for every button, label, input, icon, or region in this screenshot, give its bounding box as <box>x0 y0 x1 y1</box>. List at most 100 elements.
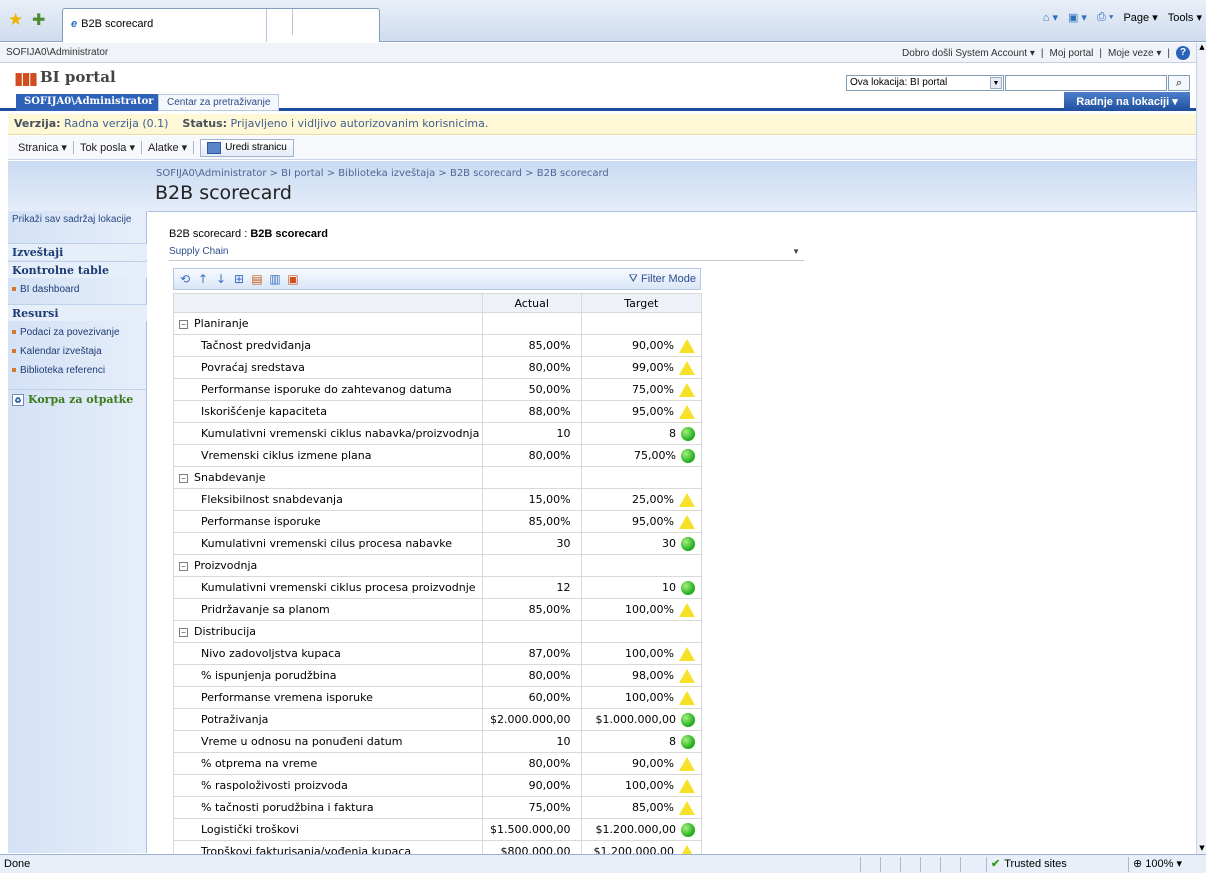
kpi-row[interactable]: % raspoloživosti proizvoda 90,00% 100,00% <box>173 774 703 797</box>
kpi-row[interactable]: Tačnost predviđanja 85,00% 90,00% <box>173 334 703 357</box>
search-input[interactable] <box>1005 75 1167 91</box>
my-site-link[interactable]: Moj portal <box>1050 48 1094 59</box>
kpi-name[interactable]: Fleksibilnost snabdevanja <box>173 488 483 511</box>
scroll-up-icon[interactable]: ▲ <box>1197 43 1206 53</box>
kpi-name[interactable]: Pridržavanje sa planom <box>173 598 483 621</box>
kpi-name[interactable]: Performanse vremena isporuke <box>173 686 483 709</box>
nav-heading-reports[interactable]: Izveštaji <box>8 243 147 260</box>
expand-all-icon[interactable]: ⊞ <box>232 272 246 286</box>
kpi-name[interactable]: Logistički troškovi <box>173 818 483 841</box>
column-header-actual[interactable]: Actual <box>481 293 582 313</box>
kpi-row[interactable]: Fleksibilnost snabdevanja 15,00% 25,00% <box>173 488 703 511</box>
my-links-menu[interactable]: Moje veze ▾ <box>1108 48 1161 59</box>
sort-descending-icon[interactable]: ↓ <box>214 272 228 286</box>
nav-item-data-connections[interactable]: Podaci za povezivanje <box>8 325 147 340</box>
tools-menu[interactable]: Tools ▾ <box>1168 11 1202 24</box>
kpi-row[interactable]: Nivo zadovoljstva kupaca 87,00% 100,00% <box>173 642 703 665</box>
zoom-control[interactable]: ⊕ 100% ▾ <box>1128 857 1204 872</box>
show-details-icon[interactable]: ▤ <box>250 272 264 286</box>
collapse-icon[interactable]: − <box>179 627 188 637</box>
kpi-row[interactable]: Vremenski ciklus izmene plana 80,00% 75,00… <box>173 444 703 467</box>
kpi-name[interactable]: Povraćaj sredstava <box>173 356 483 379</box>
kpi-row[interactable]: % otprema na vreme 80,00% 90,00% <box>173 752 703 775</box>
kpi-name[interactable]: % raspoloživosti proizvoda <box>173 774 483 797</box>
browser-tab[interactable]: e B2B scorecard <box>62 8 380 42</box>
workflow-menu-button[interactable]: Tok posla ▾ <box>74 141 142 154</box>
welcome-menu[interactable]: Dobro došli System Account ▾ <box>902 48 1035 59</box>
feeds-icon[interactable]: ▣ ▾ <box>1068 11 1087 24</box>
kpi-row[interactable]: % tačnosti porudžbina i faktura 75,00% 85,… <box>173 796 703 819</box>
kpi-row[interactable]: Kumulativni vremenski ciklus nabavka/pro… <box>173 422 703 445</box>
kpi-row[interactable]: Performanse isporuke do zahtevanog datum… <box>173 378 703 401</box>
scorecard-filter-value: Supply Chain <box>169 246 229 257</box>
kpi-actual: 10 <box>481 422 582 445</box>
scroll-down-icon[interactable]: ▼ <box>1197 844 1206 854</box>
sort-ascending-icon[interactable]: ↑ <box>196 272 210 286</box>
kpi-name[interactable]: % tačnosti porudžbina i faktura <box>173 796 483 819</box>
kpi-name[interactable]: Performanse isporuke do zahtevanog datum… <box>173 378 483 401</box>
tools-menu-button[interactable]: Alatke ▾ <box>142 141 195 154</box>
kpi-name[interactable]: % ispunjenja porudžbina <box>173 664 483 687</box>
favorites-star-icon[interactable]: ★ <box>8 10 23 30</box>
page-menu-button[interactable]: Stranica ▾ <box>12 141 74 154</box>
kpi-row[interactable]: Potraživanja $2.000.000,00 $1.000.000,00 <box>173 708 703 731</box>
add-favorites-icon[interactable]: ✚ <box>32 10 45 29</box>
kpi-name[interactable]: Performanse isporuke <box>173 510 483 533</box>
help-icon[interactable]: ? <box>1176 46 1190 60</box>
kpi-row[interactable]: Povraćaj sredstava 80,00% 99,00% <box>173 356 703 379</box>
edit-page-button[interactable]: Uredi stranicu <box>200 138 294 157</box>
kpi-row[interactable]: Vreme u odnosu na ponuđeni datum 10 8 <box>173 730 703 753</box>
kpi-row[interactable]: Kumulativni vremenski ciklus procesa pro… <box>173 576 703 599</box>
view-all-site-content-link[interactable]: Prikaži sav sadržaj lokacije <box>8 212 147 227</box>
scorecard-heading-prefix: B2B scorecard : <box>169 228 248 240</box>
collapse-icon[interactable]: − <box>179 473 188 483</box>
nav-item-report-calendar[interactable]: Kalendar izveštaja <box>8 344 147 359</box>
kpi-row[interactable]: Kumulativni vremenski cilus procesa naba… <box>173 532 703 555</box>
scorecard-filter-select[interactable]: Supply Chain ▼ <box>169 246 804 261</box>
kpi-name[interactable]: Vreme u odnosu na ponuđeni datum <box>173 730 483 753</box>
kpi-name[interactable]: Tačnost predviđanja <box>173 334 483 357</box>
kpi-name[interactable]: Kumulativni vremenski cilus procesa naba… <box>173 532 483 555</box>
export-icon[interactable]: ▣ <box>286 272 300 286</box>
kpi-name[interactable]: Kumulativni vremenski ciklus nabavka/pro… <box>173 422 483 445</box>
filter-mode-button[interactable]: ⛛ Filter Mode <box>629 273 696 286</box>
search-scope-select[interactable]: Ova lokacija: BI portal ▼ <box>846 75 1004 91</box>
chart-icon[interactable]: ▥ <box>268 272 282 286</box>
tab-home[interactable]: SOFIJA0\Administrator <box>16 94 162 111</box>
kpi-name[interactable]: Nivo zadovoljstva kupaca <box>173 642 483 665</box>
site-name[interactable]: BI portal <box>40 68 116 86</box>
kpi-row[interactable]: Performanse isporuke 85,00% 95,00% <box>173 510 703 533</box>
group-row: − Proizvodnja <box>173 554 703 577</box>
breadcrumb[interactable]: SOFIJA0\Administrator > BI portal > Bibl… <box>156 168 609 179</box>
column-header-target[interactable]: Target <box>580 293 703 313</box>
security-zone[interactable]: ✔ Trusted sites <box>986 857 1126 872</box>
group-cell: − Planiranje <box>173 312 483 335</box>
new-tab-button[interactable] <box>269 9 293 35</box>
page-menu[interactable]: Page ▾ <box>1123 11 1157 24</box>
edit-page-label: Uredi stranicu <box>225 142 287 153</box>
kpi-row[interactable]: Iskorišćenje kapaciteta 88,00% 95,00% <box>173 400 703 423</box>
site-actions-menu[interactable]: Radnje na lokaciji ▾ <box>1064 92 1190 111</box>
kpi-row[interactable]: % ispunjenja porudžbina 80,00% 98,00% <box>173 664 703 687</box>
kpi-name[interactable]: Potraživanja <box>173 708 483 731</box>
kpi-name[interactable]: Kumulativni vremenski ciklus procesa pro… <box>173 576 483 599</box>
kpi-row[interactable]: Pridržavanje sa planom 85,00% 100,00% <box>173 598 703 621</box>
search-icon[interactable]: ⌕ <box>1168 75 1190 91</box>
nav-heading-dashboards[interactable]: Kontrolne table <box>8 261 147 278</box>
kpi-name[interactable]: Iskorišćenje kapaciteta <box>173 400 483 423</box>
kpi-row[interactable]: Performanse vremena isporuke 60,00% 100,00… <box>173 686 703 709</box>
recycle-bin-link[interactable]: ♻ Korpa za otpatke <box>8 389 147 409</box>
kpi-name[interactable]: Vremenski ciklus izmene plana <box>173 444 483 467</box>
nav-item-bi-dashboard[interactable]: BI dashboard <box>8 282 147 297</box>
refresh-icon[interactable]: ⟲ <box>178 272 192 286</box>
nav-heading-resources[interactable]: Resursi <box>8 304 147 321</box>
print-icon[interactable]: ⎙ ▾ <box>1097 11 1113 24</box>
home-icon[interactable]: ⌂ ▾ <box>1043 11 1058 24</box>
nav-item-reference-library[interactable]: Biblioteka referenci <box>8 363 147 378</box>
collapse-icon[interactable]: − <box>179 319 188 329</box>
vertical-scrollbar[interactable]: ▲ ▼ <box>1196 43 1206 854</box>
collapse-icon[interactable]: − <box>179 561 188 571</box>
kpi-name[interactable]: % otprema na vreme <box>173 752 483 775</box>
kpi-row[interactable]: Logistički troškovi $1.500.000,00 $1.200.0… <box>173 818 703 841</box>
tab-search-center[interactable]: Centar za pretraživanje <box>158 94 280 111</box>
